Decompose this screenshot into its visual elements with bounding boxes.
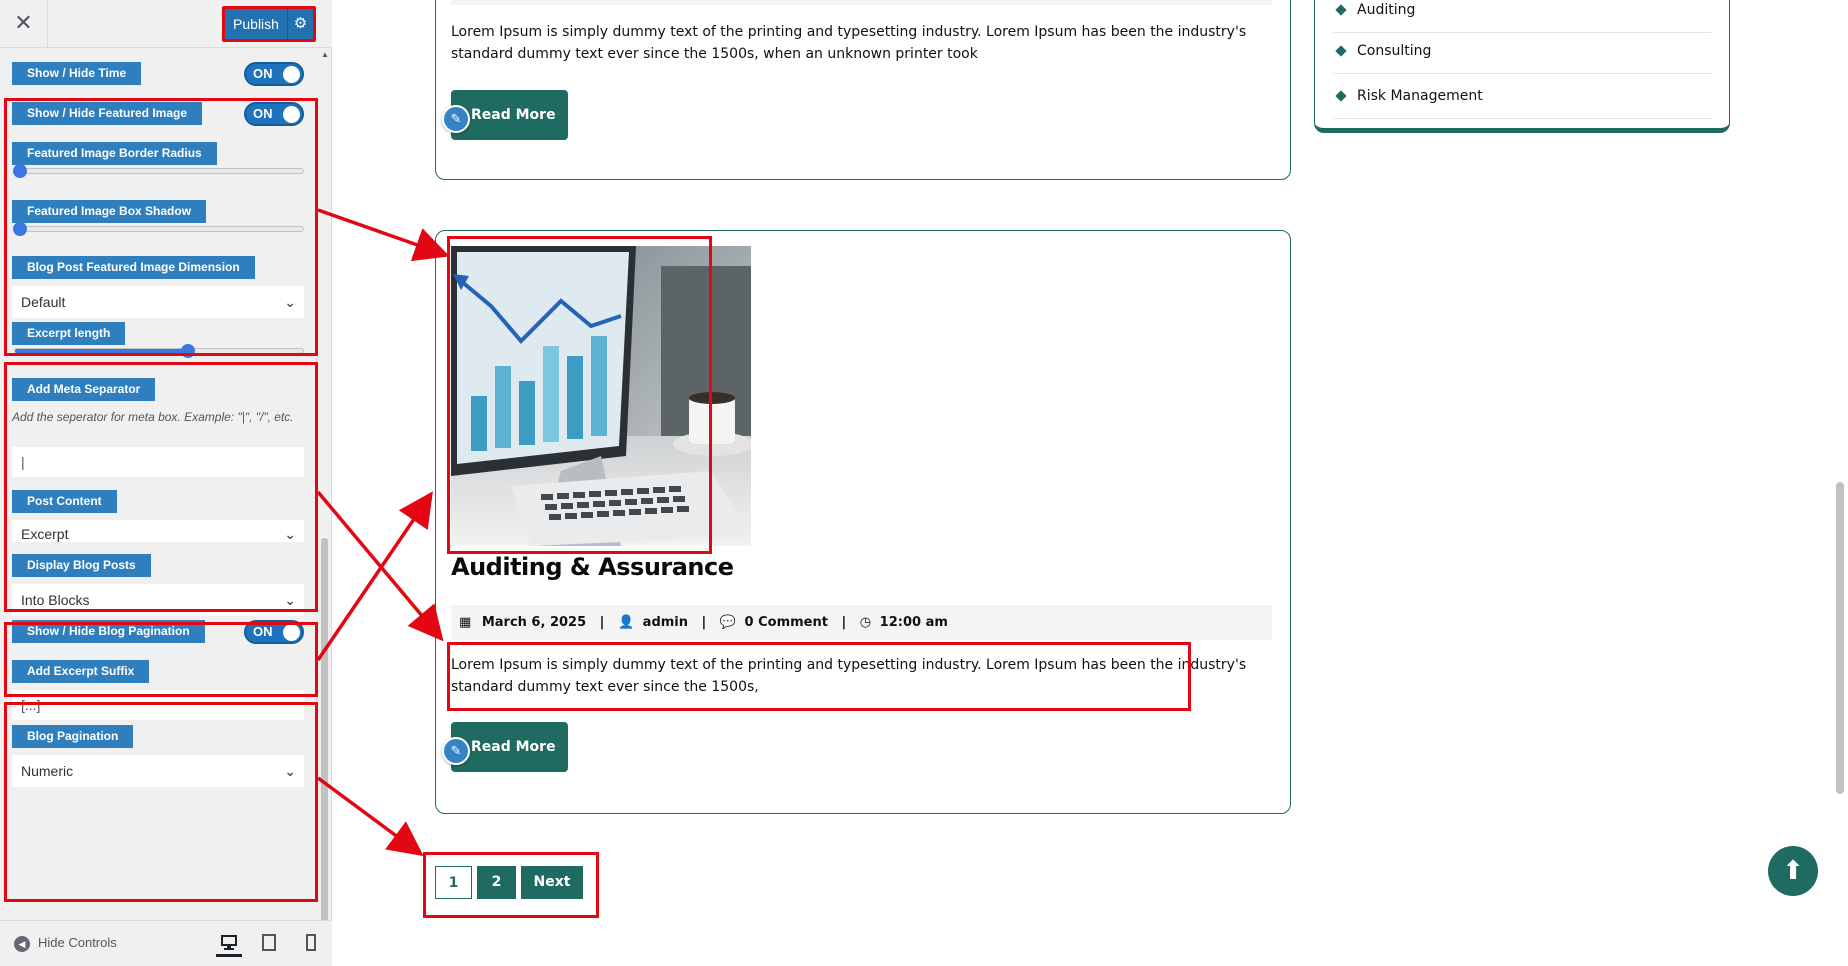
diamond-bullet-icon bbox=[1335, 4, 1347, 16]
excerpt-suffix-input[interactable]: [...] bbox=[12, 690, 304, 720]
post-comments[interactable]: 0 Comment bbox=[745, 605, 828, 640]
clock-icon: ◷ bbox=[859, 615, 872, 630]
meta-bar: ▦ March 6, 2025 | 👤 admin | 💬 0 Comment … bbox=[451, 605, 1272, 640]
post-card: Auditing & Assurance ▦ March 6, 2025 | 👤… bbox=[435, 230, 1291, 814]
chevron-down-icon: ⌄ bbox=[284, 526, 296, 542]
featured-image-box-shadow-label: Featured Image Box Shadow bbox=[12, 200, 207, 223]
blog-pagination-select[interactable]: Numeric ⌄ bbox=[12, 755, 304, 787]
post-card: Lorem Ipsum is simply dummy text of the … bbox=[435, 0, 1291, 180]
page-1-link[interactable]: 1 bbox=[435, 866, 472, 899]
show-hide-featured-image-toggle[interactable]: ON bbox=[244, 102, 304, 126]
site-preview: Lorem Ipsum is simply dummy text of the … bbox=[332, 0, 1848, 966]
box-shadow-slider[interactable] bbox=[13, 222, 304, 236]
post-excerpt: Lorem Ipsum is simply dummy text of the … bbox=[451, 657, 1247, 695]
toggle-state: ON bbox=[253, 624, 273, 639]
customizer-footer: ◀ Hide Controls bbox=[0, 920, 332, 966]
diamond-bullet-icon bbox=[1335, 45, 1347, 57]
featured-image-dimension-label: Blog Post Featured Image Dimension bbox=[12, 256, 255, 279]
sidebar-scrollbar[interactable]: ▲ bbox=[318, 48, 330, 958]
customizer-header: ✕ Publish ⚙ bbox=[0, 0, 332, 48]
border-radius-slider[interactable] bbox=[13, 164, 304, 178]
meta-separator: | bbox=[599, 615, 605, 630]
calendar-icon: ▦ bbox=[459, 615, 472, 630]
customizer-sidebar: ✕ Publish ⚙ Show / Hide Time ON Show / H… bbox=[0, 0, 332, 966]
toggle-state: ON bbox=[253, 66, 273, 81]
chevron-down-icon: ⌄ bbox=[284, 763, 296, 779]
meta-separator: | bbox=[841, 615, 847, 630]
edit-pencil-icon[interactable]: ✎ bbox=[442, 737, 470, 765]
post-content-select[interactable]: Excerpt ⌄ bbox=[12, 520, 304, 542]
post-date[interactable]: March 6, 2025 bbox=[482, 605, 586, 640]
gear-icon[interactable]: ⚙ bbox=[287, 9, 313, 39]
show-hide-featured-image-label: Show / Hide Featured Image bbox=[12, 102, 203, 125]
controls-panel: Show / Hide Time ON Show / Hide Featured… bbox=[0, 48, 332, 920]
scroll-up-icon[interactable]: ▲ bbox=[321, 50, 329, 59]
meta-separator: | bbox=[701, 615, 707, 630]
display-blog-posts-label: Display Blog Posts bbox=[12, 554, 151, 577]
hide-controls-button[interactable]: ◀ Hide Controls bbox=[14, 935, 117, 952]
diamond-bullet-icon bbox=[1335, 90, 1347, 102]
scrollbar-thumb[interactable] bbox=[1836, 482, 1844, 794]
comments-icon: 💬 bbox=[719, 615, 737, 630]
tablet-icon[interactable] bbox=[256, 931, 282, 957]
category-item[interactable]: Risk Management bbox=[1333, 74, 1711, 119]
display-blog-posts-select[interactable]: Into Blocks ⌄ bbox=[12, 584, 304, 616]
featured-image[interactable] bbox=[451, 246, 751, 546]
show-hide-blog-pagination-toggle[interactable]: ON bbox=[244, 620, 304, 644]
featured-image-border-radius-label: Featured Image Border Radius bbox=[12, 142, 217, 165]
category-item[interactable]: Consulting bbox=[1333, 29, 1711, 74]
edit-pencil-icon[interactable]: ✎ bbox=[442, 105, 470, 133]
post-author[interactable]: admin bbox=[643, 605, 688, 640]
post-title[interactable]: Auditing & Assurance bbox=[451, 553, 734, 581]
chevron-down-icon: ⌄ bbox=[284, 294, 296, 310]
slider-thumb[interactable] bbox=[13, 164, 27, 178]
meta-bar bbox=[451, 0, 1272, 5]
mobile-icon[interactable] bbox=[298, 931, 324, 957]
show-hide-time-label: Show / Hide Time bbox=[12, 62, 142, 85]
blog-pagination-label: Blog Pagination bbox=[12, 725, 134, 748]
preview-scrollbar[interactable] bbox=[1832, 0, 1848, 966]
user-icon: 👤 bbox=[617, 615, 635, 630]
slider-thumb[interactable] bbox=[181, 344, 195, 358]
categories-widget: Auditing Consulting Risk Management bbox=[1314, 0, 1730, 133]
toggle-state: ON bbox=[253, 106, 273, 121]
excerpt-length-slider[interactable] bbox=[14, 344, 304, 358]
show-hide-time-toggle[interactable]: ON bbox=[244, 62, 304, 86]
post-excerpt: Lorem Ipsum is simply dummy text of the … bbox=[451, 24, 1247, 62]
publish-button[interactable]: Publish bbox=[225, 9, 287, 39]
close-icon[interactable]: ✕ bbox=[0, 0, 48, 47]
post-content-label: Post Content bbox=[12, 490, 117, 513]
back-to-top-button[interactable]: ⬆ bbox=[1768, 846, 1818, 896]
page-2-link[interactable]: 2 bbox=[477, 866, 516, 899]
slider-thumb[interactable] bbox=[13, 222, 27, 236]
meta-separator-help: Add the seperator for meta box. Example:… bbox=[12, 410, 294, 424]
collapse-icon: ◀ bbox=[14, 935, 30, 952]
desktop-icon[interactable] bbox=[216, 931, 242, 957]
excerpt-suffix-label: Add Excerpt Suffix bbox=[12, 660, 150, 683]
next-page-link[interactable]: Next bbox=[521, 866, 583, 899]
excerpt-length-label: Excerpt length bbox=[12, 322, 126, 345]
featured-image-dimension-select[interactable]: Default ⌄ bbox=[12, 286, 304, 318]
meta-separator-input[interactable]: | bbox=[12, 447, 304, 477]
publish-group: Publish ⚙ bbox=[222, 6, 316, 42]
scrollbar-thumb[interactable] bbox=[321, 538, 328, 958]
show-hide-blog-pagination-label: Show / Hide Blog Pagination bbox=[12, 620, 205, 643]
chevron-down-icon: ⌄ bbox=[284, 592, 296, 608]
post-time: 12:00 am bbox=[879, 615, 948, 630]
meta-separator-label: Add Meta Separator bbox=[12, 378, 156, 401]
